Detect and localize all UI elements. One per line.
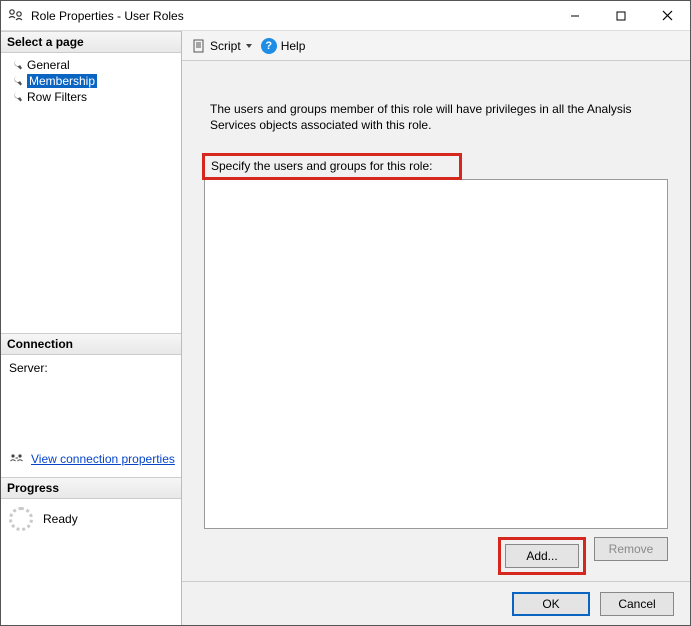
connection-icon [9, 451, 25, 467]
remove-button[interactable]: Remove [594, 537, 668, 561]
wrench-icon [9, 58, 23, 72]
help-icon: ? [261, 38, 277, 54]
dialog-window: Role Properties - User Roles Select a pa… [0, 0, 691, 626]
page-label: General [27, 58, 70, 72]
chevron-down-icon [245, 42, 253, 50]
specify-label: Specify the users and groups for this ro… [211, 159, 432, 173]
left-panel: Select a page General Membership [1, 31, 181, 625]
connection-section: Server: View connection properties [1, 355, 181, 477]
dialog-footer: OK Cancel [182, 581, 690, 625]
toolbar: Script ? Help [182, 31, 690, 61]
script-button[interactable]: Script [192, 39, 253, 53]
window-title: Role Properties - User Roles [31, 9, 184, 23]
script-label: Script [210, 39, 241, 53]
specify-label-highlight: Specify the users and groups for this ro… [202, 153, 462, 180]
window-controls [552, 1, 690, 30]
titlebar: Role Properties - User Roles [1, 1, 690, 31]
server-label: Server: [9, 361, 173, 375]
help-button[interactable]: ? Help [261, 38, 306, 54]
app-icon [7, 7, 25, 25]
progress-spinner-icon [9, 507, 33, 531]
page-label: Row Filters [27, 90, 87, 104]
add-button-highlight: Add... [498, 537, 586, 575]
wrench-icon [9, 90, 23, 104]
progress-status: Ready [43, 512, 78, 526]
page-item-general[interactable]: General [5, 57, 177, 73]
help-label: Help [281, 39, 306, 53]
select-page-header: Select a page [1, 31, 181, 53]
view-connection-link[interactable]: View connection properties [31, 452, 175, 466]
page-item-rowfilters[interactable]: Row Filters [5, 89, 177, 105]
minimize-button[interactable] [552, 1, 598, 30]
progress-header: Progress [1, 477, 181, 499]
progress-section: Ready [1, 499, 181, 625]
close-button[interactable] [644, 1, 690, 30]
intro-text: The users and groups member of this role… [210, 101, 662, 133]
page-list: General Membership Row Filters [1, 53, 181, 333]
cancel-button[interactable]: Cancel [600, 592, 674, 616]
members-listbox[interactable] [204, 179, 668, 529]
page-label: Membership [27, 74, 97, 88]
list-buttons: Add... Remove [204, 529, 668, 575]
script-icon [192, 39, 206, 53]
maximize-button[interactable] [598, 1, 644, 30]
page-item-membership[interactable]: Membership [5, 73, 177, 89]
content-area: The users and groups member of this role… [182, 61, 690, 581]
add-button[interactable]: Add... [505, 544, 579, 568]
right-panel: Script ? Help The users and groups membe… [181, 31, 690, 625]
connection-header: Connection [1, 333, 181, 355]
ok-button[interactable]: OK [512, 592, 590, 616]
wrench-icon [9, 74, 23, 88]
